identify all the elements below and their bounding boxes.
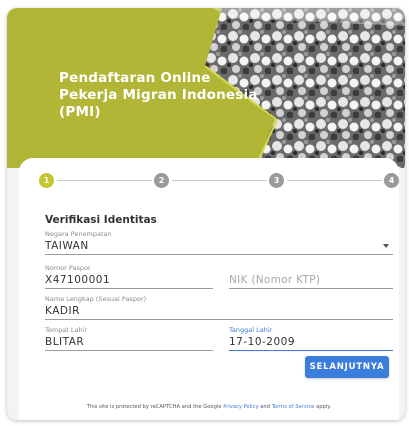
- step-2[interactable]: 2: [154, 173, 169, 188]
- nama-lengkap-label: Nama Lengkap (Sesuai Paspor): [45, 295, 147, 303]
- step-4[interactable]: 4: [384, 173, 399, 188]
- hero-title: Pendaftaran Online Pekerja Migran Indone…: [59, 70, 259, 121]
- nama-lengkap-field[interactable]: Nama Lengkap (Sesuai Paspor) KADIR: [45, 295, 393, 320]
- nama-lengkap-input[interactable]: KADIR: [45, 304, 393, 320]
- hero-title-line-1: Pendaftaran Online: [59, 70, 211, 86]
- negara-penempatan-select[interactable]: Negara Penempatan TAIWAN: [45, 230, 393, 255]
- stepper-connector: [287, 180, 382, 181]
- tempat-lahir-input[interactable]: BLITAR: [45, 335, 213, 351]
- tanggal-lahir-field[interactable]: Tanggal Lahir 17-10-2009: [229, 326, 393, 351]
- stepper-connector: [57, 180, 152, 181]
- hero-title-line-2: Pekerja Migran Indonesia: [59, 87, 258, 103]
- section-title: Verifikasi Identitas: [45, 214, 157, 226]
- tempat-lahir-field[interactable]: Tempat Lahir BLITAR: [45, 326, 213, 351]
- step-3[interactable]: 3: [269, 173, 284, 188]
- form-panel: 1 2 3 4 Verifikasi Identitas Negara Pene…: [19, 158, 399, 420]
- hero-title-line-3: (PMI): [59, 104, 101, 120]
- next-button[interactable]: SELANJUTNYA: [305, 356, 389, 378]
- tanggal-lahir-label: Tanggal Lahir: [229, 326, 273, 334]
- footer-and: and: [260, 404, 270, 410]
- stepper-connector: [172, 180, 267, 181]
- nomor-paspor-label: Nomor Paspor: [45, 264, 91, 272]
- nik-input[interactable]: NIK (Nomor KTP): [229, 273, 393, 289]
- stepper: 1 2 3 4: [39, 173, 399, 189]
- terms-of-service-link[interactable]: Terms of Service: [272, 404, 315, 410]
- negara-penempatan-label: Negara Penempatan: [45, 230, 112, 238]
- registration-card: Pendaftaran Online Pekerja Migran Indone…: [7, 8, 405, 420]
- privacy-policy-link[interactable]: Privacy Policy: [223, 404, 258, 410]
- footer-prefix: This site is protected by reCAPTCHA and …: [86, 404, 222, 410]
- step-1[interactable]: 1: [39, 173, 54, 188]
- nomor-paspor-field[interactable]: Nomor Paspor X47100001: [45, 264, 213, 289]
- nomor-paspor-input[interactable]: X47100001: [45, 273, 213, 289]
- nik-field[interactable]: NIK (Nomor KTP): [229, 264, 393, 289]
- negara-penempatan-value[interactable]: TAIWAN: [45, 239, 393, 255]
- tempat-lahir-label: Tempat Lahir: [45, 326, 88, 334]
- recaptcha-notice: This site is protected by reCAPTCHA and …: [19, 404, 399, 410]
- tanggal-lahir-input[interactable]: 17-10-2009: [229, 335, 393, 351]
- chevron-down-icon[interactable]: [383, 244, 389, 248]
- footer-suffix: apply.: [316, 404, 332, 410]
- hero-banner: Pendaftaran Online Pekerja Migran Indone…: [7, 8, 405, 168]
